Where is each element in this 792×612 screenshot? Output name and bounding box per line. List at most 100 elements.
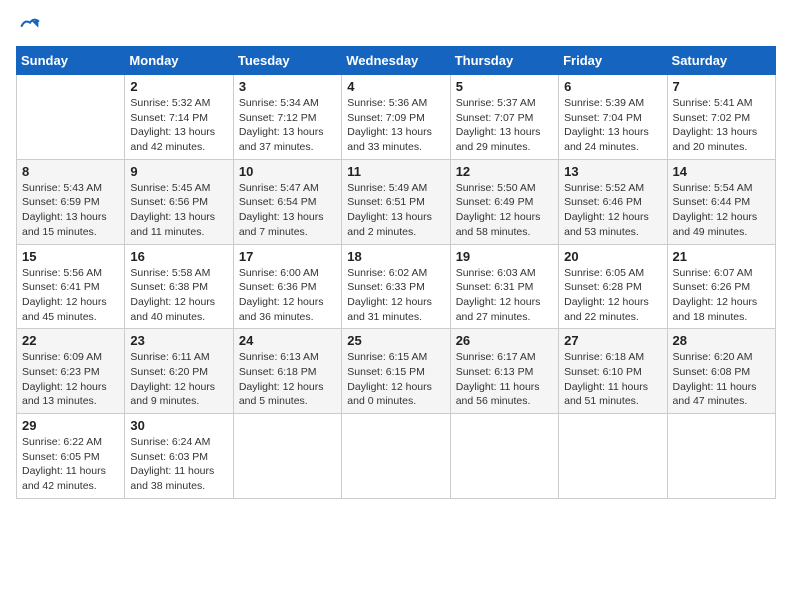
day-info: Sunrise: 5:47 AM Sunset: 6:54 PM Dayligh… — [239, 181, 336, 240]
sunset-text: Sunset: 6:03 PM — [130, 451, 208, 463]
sunrise-text: Sunrise: 6:24 AM — [130, 436, 210, 448]
day-number: 18 — [347, 249, 444, 264]
day-info: Sunrise: 5:54 AM Sunset: 6:44 PM Dayligh… — [673, 181, 770, 240]
day-number: 8 — [22, 164, 119, 179]
daylight-text: Daylight: 12 hours and 5 minutes. — [239, 381, 324, 408]
sunrise-text: Sunrise: 5:39 AM — [564, 97, 644, 109]
day-info: Sunrise: 6:22 AM Sunset: 6:05 PM Dayligh… — [22, 435, 119, 494]
day-number: 2 — [130, 79, 227, 94]
calendar-cell: 16 Sunrise: 5:58 AM Sunset: 6:38 PM Dayl… — [125, 244, 233, 329]
day-of-week-header: Saturday — [667, 47, 775, 75]
day-info: Sunrise: 6:17 AM Sunset: 6:13 PM Dayligh… — [456, 350, 553, 409]
calendar-cell: 26 Sunrise: 6:17 AM Sunset: 6:13 PM Dayl… — [450, 329, 558, 414]
calendar-cell — [559, 414, 667, 499]
day-number: 19 — [456, 249, 553, 264]
calendar-cell: 24 Sunrise: 6:13 AM Sunset: 6:18 PM Dayl… — [233, 329, 341, 414]
day-number: 24 — [239, 333, 336, 348]
sunrise-text: Sunrise: 5:58 AM — [130, 267, 210, 279]
day-info: Sunrise: 6:02 AM Sunset: 6:33 PM Dayligh… — [347, 266, 444, 325]
sunset-text: Sunset: 6:41 PM — [22, 281, 100, 293]
sunset-text: Sunset: 6:56 PM — [130, 196, 208, 208]
day-info: Sunrise: 5:39 AM Sunset: 7:04 PM Dayligh… — [564, 96, 661, 155]
daylight-text: Daylight: 12 hours and 18 minutes. — [673, 296, 758, 323]
day-number: 22 — [22, 333, 119, 348]
day-info: Sunrise: 6:18 AM Sunset: 6:10 PM Dayligh… — [564, 350, 661, 409]
day-number: 11 — [347, 164, 444, 179]
sunrise-text: Sunrise: 6:13 AM — [239, 351, 319, 363]
day-number: 13 — [564, 164, 661, 179]
day-number: 5 — [456, 79, 553, 94]
calendar-cell: 27 Sunrise: 6:18 AM Sunset: 6:10 PM Dayl… — [559, 329, 667, 414]
sunset-text: Sunset: 7:14 PM — [130, 112, 208, 124]
daylight-text: Daylight: 12 hours and 0 minutes. — [347, 381, 432, 408]
sunset-text: Sunset: 6:31 PM — [456, 281, 534, 293]
calendar-cell: 30 Sunrise: 6:24 AM Sunset: 6:03 PM Dayl… — [125, 414, 233, 499]
logo — [16, 16, 40, 36]
sunrise-text: Sunrise: 5:47 AM — [239, 182, 319, 194]
day-number: 27 — [564, 333, 661, 348]
day-info: Sunrise: 5:45 AM Sunset: 6:56 PM Dayligh… — [130, 181, 227, 240]
day-info: Sunrise: 6:24 AM Sunset: 6:03 PM Dayligh… — [130, 435, 227, 494]
day-info: Sunrise: 5:37 AM Sunset: 7:07 PM Dayligh… — [456, 96, 553, 155]
day-number: 4 — [347, 79, 444, 94]
sunrise-text: Sunrise: 5:45 AM — [130, 182, 210, 194]
sunrise-text: Sunrise: 5:37 AM — [456, 97, 536, 109]
calendar-cell — [17, 75, 125, 160]
sunset-text: Sunset: 7:02 PM — [673, 112, 751, 124]
calendar-cell: 22 Sunrise: 6:09 AM Sunset: 6:23 PM Dayl… — [17, 329, 125, 414]
sunset-text: Sunset: 6:38 PM — [130, 281, 208, 293]
sunset-text: Sunset: 6:08 PM — [673, 366, 751, 378]
daylight-text: Daylight: 11 hours and 42 minutes. — [22, 465, 106, 492]
calendar-cell — [667, 414, 775, 499]
day-number: 10 — [239, 164, 336, 179]
day-info: Sunrise: 6:00 AM Sunset: 6:36 PM Dayligh… — [239, 266, 336, 325]
day-number: 17 — [239, 249, 336, 264]
daylight-text: Daylight: 12 hours and 36 minutes. — [239, 296, 324, 323]
day-number: 9 — [130, 164, 227, 179]
daylight-text: Daylight: 13 hours and 33 minutes. — [347, 126, 432, 153]
daylight-text: Daylight: 13 hours and 29 minutes. — [456, 126, 541, 153]
day-info: Sunrise: 6:07 AM Sunset: 6:26 PM Dayligh… — [673, 266, 770, 325]
sunset-text: Sunset: 6:54 PM — [239, 196, 317, 208]
sunset-text: Sunset: 6:20 PM — [130, 366, 208, 378]
day-number: 30 — [130, 418, 227, 433]
sunset-text: Sunset: 6:15 PM — [347, 366, 425, 378]
calendar-cell: 8 Sunrise: 5:43 AM Sunset: 6:59 PM Dayli… — [17, 159, 125, 244]
daylight-text: Daylight: 12 hours and 45 minutes. — [22, 296, 107, 323]
day-number: 25 — [347, 333, 444, 348]
calendar-cell: 14 Sunrise: 5:54 AM Sunset: 6:44 PM Dayl… — [667, 159, 775, 244]
calendar-cell: 13 Sunrise: 5:52 AM Sunset: 6:46 PM Dayl… — [559, 159, 667, 244]
calendar-week-row: 2 Sunrise: 5:32 AM Sunset: 7:14 PM Dayli… — [17, 75, 776, 160]
day-info: Sunrise: 5:34 AM Sunset: 7:12 PM Dayligh… — [239, 96, 336, 155]
sunrise-text: Sunrise: 6:00 AM — [239, 267, 319, 279]
sunrise-text: Sunrise: 6:11 AM — [130, 351, 209, 363]
sunset-text: Sunset: 6:26 PM — [673, 281, 751, 293]
daylight-text: Daylight: 11 hours and 47 minutes. — [673, 381, 757, 408]
day-number: 21 — [673, 249, 770, 264]
sunset-text: Sunset: 7:09 PM — [347, 112, 425, 124]
calendar-cell: 17 Sunrise: 6:00 AM Sunset: 6:36 PM Dayl… — [233, 244, 341, 329]
day-info: Sunrise: 6:13 AM Sunset: 6:18 PM Dayligh… — [239, 350, 336, 409]
day-info: Sunrise: 5:32 AM Sunset: 7:14 PM Dayligh… — [130, 96, 227, 155]
day-number: 15 — [22, 249, 119, 264]
daylight-text: Daylight: 13 hours and 11 minutes. — [130, 211, 215, 238]
sunrise-text: Sunrise: 6:18 AM — [564, 351, 644, 363]
sunrise-text: Sunrise: 5:34 AM — [239, 97, 319, 109]
calendar-week-row: 15 Sunrise: 5:56 AM Sunset: 6:41 PM Dayl… — [17, 244, 776, 329]
daylight-text: Daylight: 11 hours and 38 minutes. — [130, 465, 214, 492]
day-info: Sunrise: 6:09 AM Sunset: 6:23 PM Dayligh… — [22, 350, 119, 409]
calendar-cell: 15 Sunrise: 5:56 AM Sunset: 6:41 PM Dayl… — [17, 244, 125, 329]
sunset-text: Sunset: 6:18 PM — [239, 366, 317, 378]
day-number: 7 — [673, 79, 770, 94]
daylight-text: Daylight: 13 hours and 20 minutes. — [673, 126, 758, 153]
day-number: 6 — [564, 79, 661, 94]
day-info: Sunrise: 5:58 AM Sunset: 6:38 PM Dayligh… — [130, 266, 227, 325]
sunrise-text: Sunrise: 6:07 AM — [673, 267, 753, 279]
daylight-text: Daylight: 12 hours and 13 minutes. — [22, 381, 107, 408]
sunrise-text: Sunrise: 6:15 AM — [347, 351, 427, 363]
calendar-cell: 20 Sunrise: 6:05 AM Sunset: 6:28 PM Dayl… — [559, 244, 667, 329]
day-info: Sunrise: 5:52 AM Sunset: 6:46 PM Dayligh… — [564, 181, 661, 240]
day-of-week-header: Friday — [559, 47, 667, 75]
calendar-table: SundayMondayTuesdayWednesdayThursdayFrid… — [16, 46, 776, 499]
calendar-header-row: SundayMondayTuesdayWednesdayThursdayFrid… — [17, 47, 776, 75]
